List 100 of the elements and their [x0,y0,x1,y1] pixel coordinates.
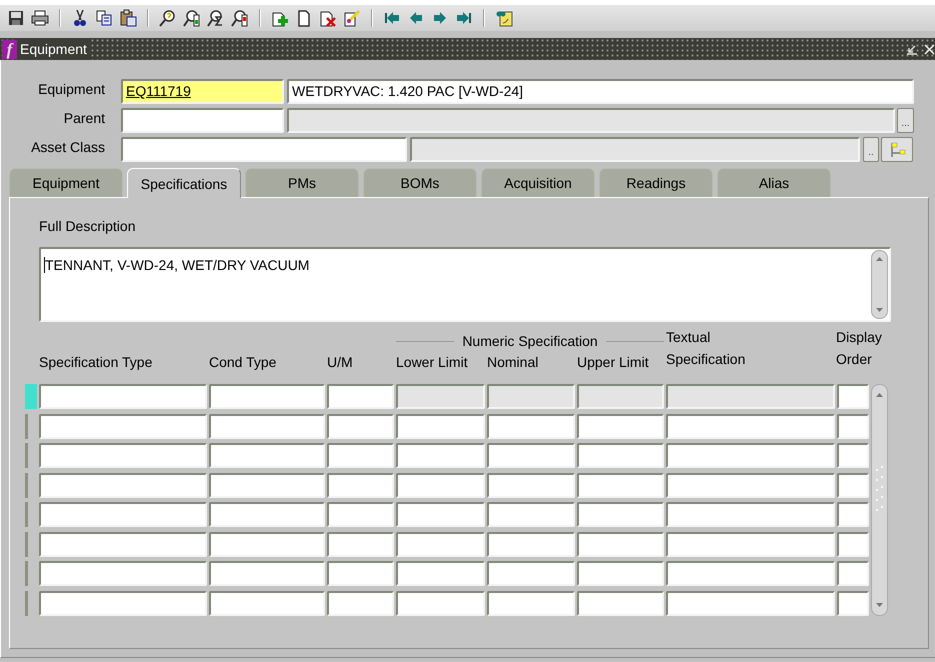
table-cell[interactable] [396,414,485,438]
table-cell[interactable] [327,414,394,438]
table-cell[interactable] [396,443,485,468]
table-cell[interactable] [487,502,575,527]
equipment-field[interactable]: EQ111719 [121,79,284,104]
field-label: Equipment [37,80,105,99]
search-icon[interactable] [159,9,177,27]
paste-icon[interactable] [119,9,137,27]
table-cell[interactable] [209,590,325,616]
edit-record-icon[interactable] [343,9,361,27]
delete-record-icon[interactable] [319,9,337,27]
sum-search-icon[interactable] [207,9,225,27]
table-cell[interactable] [396,532,485,556]
table-cell[interactable] [39,414,207,438]
table-cell[interactable] [487,414,575,438]
description-field[interactable]: WETDRYVAC: 1.420 PAC [V-WD-24] [287,79,914,104]
table-cell[interactable] [666,414,835,438]
tab[interactable]: Alias [717,168,831,197]
table-cell[interactable] [837,502,869,527]
table-cell[interactable] [577,532,664,556]
table-cell[interactable] [39,532,207,556]
table-cell[interactable] [837,414,869,438]
field-label: Parent [62,109,105,128]
parent-field[interactable] [121,108,284,133]
table-cell[interactable] [396,561,485,586]
list-button[interactable]: .. [863,137,879,162]
table-cell[interactable] [396,472,485,498]
tab[interactable]: PMs [245,168,359,197]
table-cell[interactable] [396,590,485,616]
tab[interactable]: Readings [599,168,713,197]
table-cell[interactable] [209,443,325,468]
table-cell[interactable] [327,502,394,527]
table-cell[interactable] [577,414,664,438]
search-icon[interactable] [183,9,201,27]
hierarchy-button[interactable] [881,137,913,162]
table-cell[interactable] [39,443,207,468]
table-cell[interactable] [837,561,869,586]
table-cell[interactable] [327,384,394,409]
tab[interactable]: Equipment [9,168,123,197]
table-cell[interactable] [487,561,575,586]
tab[interactable]: Specifications [127,168,241,198]
scrollbar[interactable] [871,250,888,319]
table-cell[interactable] [837,590,869,616]
table-cell[interactable] [666,443,835,468]
table-cell[interactable] [39,590,207,616]
field-label: Full Description [39,217,136,236]
column-header: Nominal [487,353,540,372]
column-header: Specification Type [39,353,154,372]
table-cell[interactable] [39,561,207,586]
table-cell[interactable] [209,532,325,556]
table-cell[interactable] [666,502,835,527]
field-label: Asset Class [30,138,105,157]
table-cell[interactable] [209,384,325,409]
table-cell[interactable] [39,502,207,527]
table-cell[interactable] [209,472,325,498]
minimize-icon[interactable] [906,43,918,55]
close-icon[interactable] [924,44,935,54]
table-cell[interactable] [396,502,485,527]
table-cell[interactable] [577,472,664,498]
tab[interactable]: BOMs [363,168,477,197]
table-cell[interactable] [39,472,207,498]
table-cell[interactable] [487,590,575,616]
description-text-area[interactable]: TENNANT, V-WD-24, WET/DRY VACUUM [39,247,891,322]
print-icon[interactable] [31,9,49,27]
table-cell[interactable] [327,472,394,498]
table-cell[interactable] [577,590,664,616]
table-cell[interactable] [487,532,575,556]
table-cell[interactable] [666,472,835,498]
table-cell[interactable] [666,561,835,586]
table-cell[interactable] [577,561,664,586]
table-cell[interactable] [577,502,664,527]
table-cell[interactable] [209,414,325,438]
table-cell[interactable] [327,590,394,616]
table-cell[interactable] [39,384,207,409]
table-cell[interactable] [837,472,869,498]
column-header: U/M [327,353,354,372]
table-cell[interactable] [837,384,869,409]
table-cell[interactable] [487,443,575,468]
asset-class-field[interactable] [121,137,407,162]
table-cell[interactable] [209,502,325,527]
table-cell[interactable] [327,443,394,468]
next-record-icon[interactable] [431,9,449,27]
attachment-icon[interactable] [495,9,513,27]
table-cell[interactable] [327,532,394,556]
table-cell[interactable] [837,443,869,468]
list-button[interactable]: ... [897,108,914,133]
table-cell[interactable] [327,561,394,586]
search-icon[interactable] [231,9,249,27]
table-cell[interactable] [487,472,575,498]
tab[interactable]: Acquisition [481,168,595,197]
table-cell[interactable] [666,532,835,556]
copy-icon[interactable] [95,9,113,27]
table-cell[interactable] [837,532,869,556]
scrollbar[interactable] [871,384,888,616]
table-cell[interactable] [577,443,664,468]
last-record-icon[interactable] [455,9,473,27]
save-icon[interactable] [7,9,25,27]
table-cell[interactable] [209,561,325,586]
cut-icon[interactable] [71,9,89,27]
table-cell[interactable] [666,590,835,616]
